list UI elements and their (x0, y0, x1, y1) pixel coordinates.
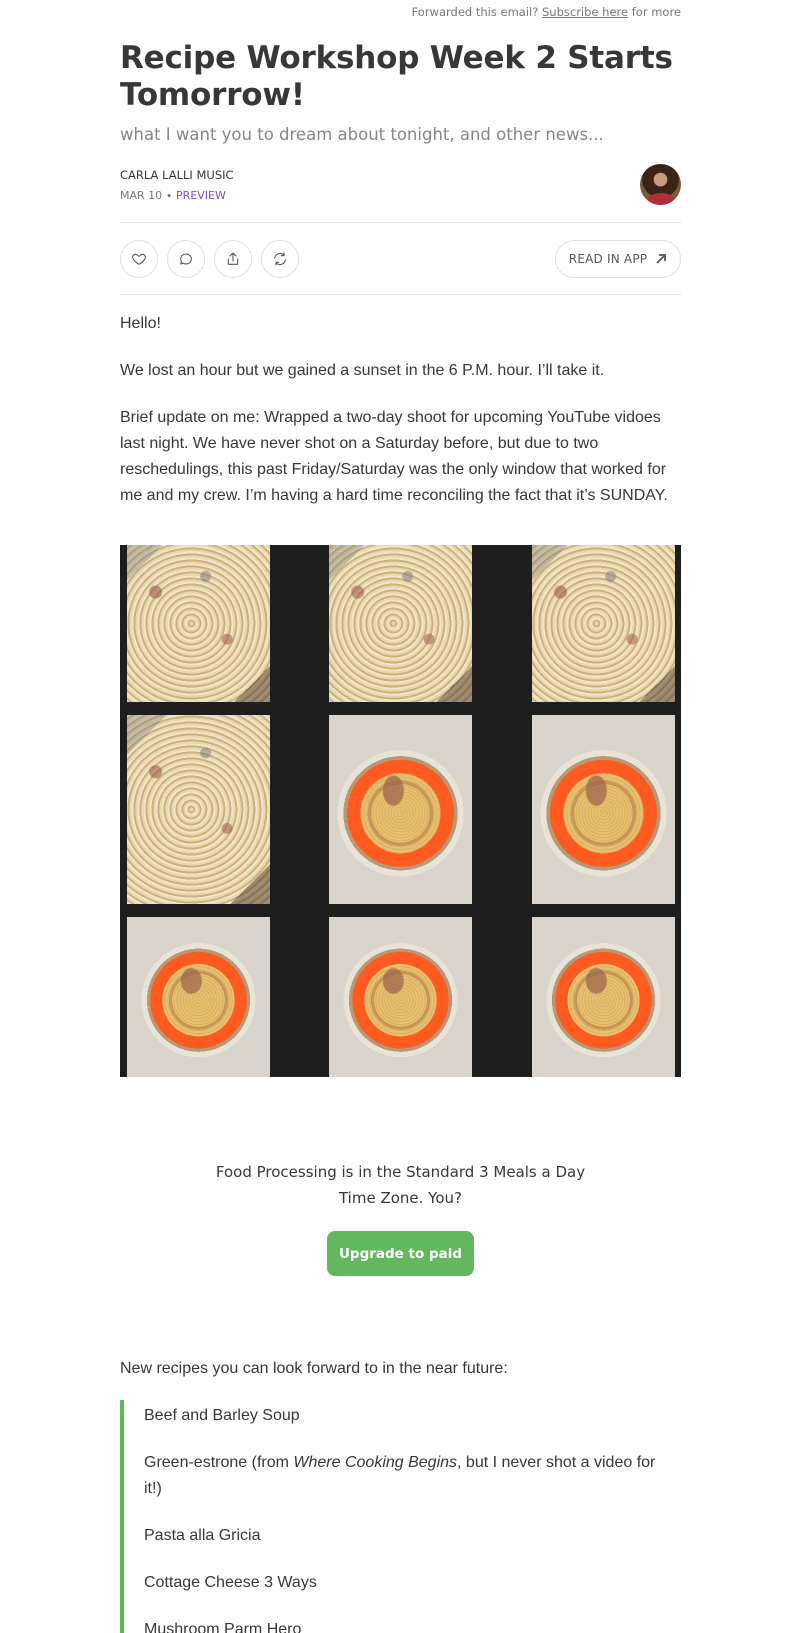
recipe-item: Beef and Barley Soup (144, 1407, 300, 1424)
recipe-item-text: Green-estrone (from (144, 1454, 294, 1471)
recipe-item: Pasta alla Gricia (144, 1527, 261, 1544)
pasta-photo (127, 545, 270, 702)
meta-separator: ∙ (165, 189, 173, 202)
subscribe-link[interactable]: Subscribe here (542, 5, 628, 19)
greeting-paragraph: Hello! (120, 315, 161, 332)
pasta-photo (532, 715, 675, 904)
forwarded-suffix: for more (631, 5, 681, 19)
post-subtitle: what I want you to dream about tonight, … (120, 125, 604, 144)
share-button[interactable] (214, 240, 252, 278)
recipe-item: Mushroom Parm Hero (144, 1621, 302, 1633)
pasta-photo (532, 917, 675, 1077)
upgrade-to-paid-button[interactable]: Upgrade to paid (327, 1231, 474, 1276)
author-name[interactable]: CARLA LALLI MUSIC (120, 168, 234, 182)
subscribe-prompt-line2: Time Zone. You? (338, 1189, 463, 1207)
recipe-item: Cottage Cheese 3 Ways (144, 1574, 317, 1591)
forwarded-prefix: Forwarded this email? (411, 5, 539, 19)
pasta-photo (127, 917, 270, 1077)
subscribe-prompt: Food Processing is in the Standard 3 Mea… (120, 1159, 681, 1211)
post-date: MAR 10 (120, 189, 163, 202)
read-in-app-label: READ IN APP (568, 252, 648, 266)
recipes-intro: New recipes you can look forward to in t… (120, 1360, 508, 1377)
book-title: Where Cooking Begins (293, 1454, 458, 1471)
pasta-photo (329, 715, 472, 904)
recipes-blockquote: Beef and Barley Soup Green-estrone (from… (120, 1400, 681, 1633)
heart-icon (132, 253, 146, 265)
pasta-photo (532, 545, 675, 702)
divider (120, 294, 681, 295)
read-in-app-button[interactable]: READ IN APP (555, 240, 681, 278)
restack-button[interactable] (261, 240, 299, 278)
comment-icon (180, 253, 192, 265)
forwarded-note: Forwarded this email? Subscribe here for… (412, 5, 681, 19)
arrow-up-right-icon (656, 254, 667, 264)
preview-label: PREVIEW (176, 189, 226, 202)
divider (120, 222, 681, 223)
post-title: Recipe Workshop Week 2 Starts Tomorrow! (120, 40, 673, 113)
pasta-photo (329, 545, 472, 702)
pasta-photo (329, 917, 472, 1077)
comment-button[interactable] (167, 240, 205, 278)
pasta-photo (127, 715, 270, 904)
author-avatar[interactable] (640, 164, 681, 205)
like-button[interactable] (120, 240, 158, 278)
update-paragraph: Brief update on me: Wrapped a two-day sh… (120, 409, 668, 504)
sunset-paragraph: We lost an hour but we gained a sunset i… (120, 362, 605, 379)
recipe-item: Green-estrone (from Where Cooking Begins… (144, 1450, 674, 1502)
subscribe-prompt-line1: Food Processing is in the Standard 3 Mea… (215, 1163, 586, 1181)
post-meta: MAR 10 ∙ PREVIEW (120, 189, 226, 202)
restack-icon (274, 252, 286, 266)
share-icon (227, 252, 239, 265)
pasta-photo-grid[interactable] (120, 545, 681, 1077)
